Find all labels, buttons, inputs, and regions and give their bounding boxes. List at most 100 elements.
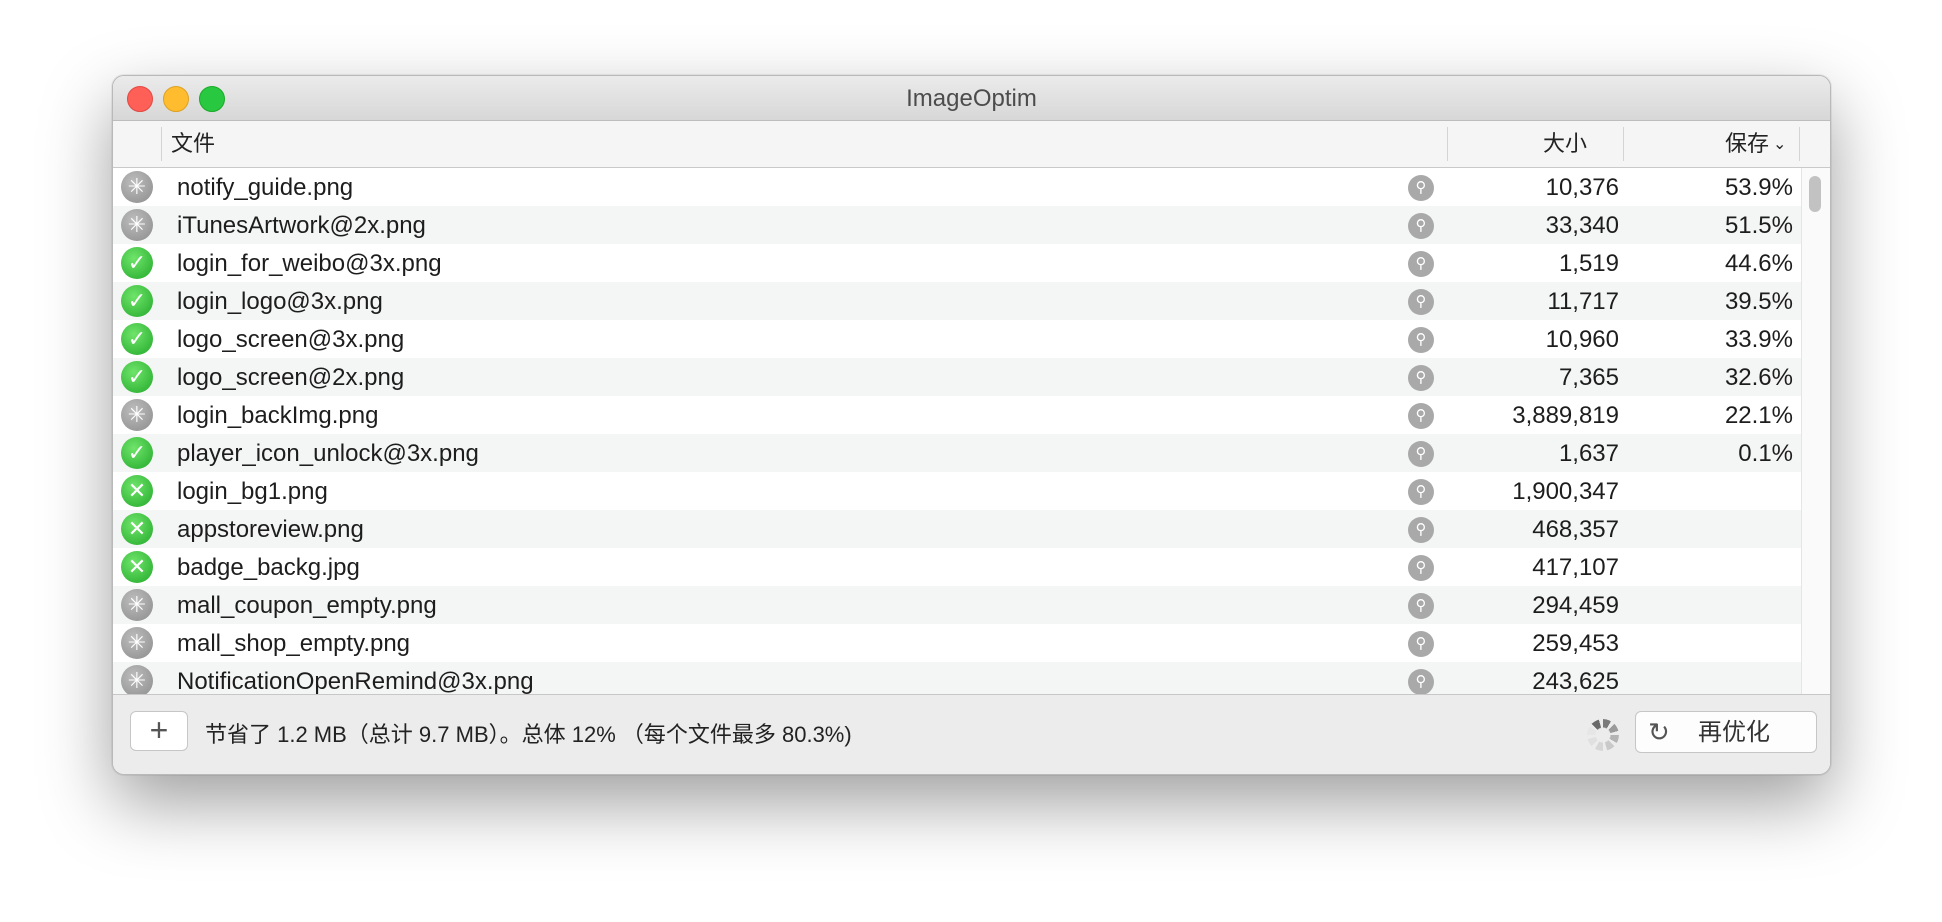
checkmark-icon: ✓ xyxy=(121,437,153,469)
spinner-icon: ✳ xyxy=(121,171,153,203)
saved-percent xyxy=(1633,548,1793,586)
reoptimize-button[interactable]: ↻ 再优化 xyxy=(1635,711,1817,753)
file-size: 259,453 xyxy=(1532,630,1619,657)
scrollbar-track[interactable] xyxy=(1801,168,1830,694)
magnifier-icon[interactable]: ⚲ xyxy=(1408,327,1434,353)
file-name: login_backImg.png xyxy=(177,402,379,429)
table-row[interactable]: ✓ logo_screen@2x.png ⚲ 7,365 32.6% xyxy=(113,358,1801,396)
magnifier-icon[interactable]: ⚲ xyxy=(1408,365,1434,391)
file-name: appstoreview.png xyxy=(177,516,364,543)
file-name: NotificationOpenRemind@3x.png xyxy=(177,668,534,694)
x-circle-icon: ✕ xyxy=(121,475,153,507)
column-header-saved[interactable]: 保存 ⌄ xyxy=(1725,121,1786,167)
file-size: 1,900,347 xyxy=(1512,478,1619,505)
column-separator xyxy=(1447,127,1448,161)
magnifier-icon[interactable]: ⚲ xyxy=(1408,403,1434,429)
saved-percent: 39.5% xyxy=(1724,288,1793,315)
column-header-saved-label: 保存 xyxy=(1725,131,1770,156)
table-row[interactable]: ✓ login_logo@3x.png ⚲ 11,717 39.5% xyxy=(113,282,1801,320)
column-separator xyxy=(1623,127,1624,161)
file-size: 294,459 xyxy=(1532,592,1619,619)
file-name: login_logo@3x.png xyxy=(177,288,383,315)
table-header: 文件 大小 保存 ⌄ xyxy=(113,121,1830,168)
magnifier-icon[interactable]: ⚲ xyxy=(1408,631,1434,657)
spinner-icon: ✳ xyxy=(121,399,153,431)
table-row[interactable]: ✳ iTunesArtwork@2x.png ⚲ 33,340 51.5% xyxy=(113,206,1801,244)
magnifier-icon[interactable]: ⚲ xyxy=(1408,251,1434,277)
checkmark-icon: ✓ xyxy=(121,285,153,317)
file-list[interactable]: ✳ notify_guide.png ⚲ 10,376 53.9% ✳ iTunesArtw… xyxy=(113,168,1801,694)
magnifier-icon[interactable]: ⚲ xyxy=(1408,593,1434,619)
spinner-icon: ✳ xyxy=(121,589,153,621)
checkmark-icon: ✓ xyxy=(121,323,153,355)
magnifier-icon[interactable]: ⚲ xyxy=(1408,669,1434,694)
saved-percent: 32.6% xyxy=(1724,364,1793,391)
footer-bar: + 节省了 1.2 MB（总计 9.7 MB）。总体 12% （每个文件最多 8… xyxy=(113,694,1830,774)
table-row[interactable]: ✓ player_icon_unlock@3x.png ⚲ 1,637 0.1% xyxy=(113,434,1801,472)
file-name: badge_backg.jpg xyxy=(177,554,360,581)
scrollbar-thumb[interactable] xyxy=(1809,176,1821,212)
file-size: 33,340 xyxy=(1545,212,1619,239)
magnifier-icon[interactable]: ⚲ xyxy=(1408,213,1434,239)
column-header-size[interactable]: 大小 xyxy=(1543,121,1587,167)
checkmark-icon: ✓ xyxy=(121,247,153,279)
file-name: notify_guide.png xyxy=(177,174,354,201)
magnifier-icon[interactable]: ⚲ xyxy=(1408,289,1434,315)
spinner-icon: ✳ xyxy=(121,665,153,694)
table-row[interactable]: ✳ mall_shop_empty.png ⚲ 259,453 xyxy=(113,624,1801,662)
title-bar: ImageOptim xyxy=(113,76,1830,121)
saved-percent xyxy=(1633,624,1793,662)
file-name: mall_coupon_empty.png xyxy=(177,592,437,619)
table-row[interactable]: ✳ login_backImg.png ⚲ 3,889,819 22.1% xyxy=(113,396,1801,434)
column-header-file[interactable]: 文件 xyxy=(171,121,215,167)
table-row[interactable]: ✕ login_bg1.png ⚲ 1,900,347 xyxy=(113,472,1801,510)
savings-summary: 节省了 1.2 MB（总计 9.7 MB）。总体 12% （每个文件最多 80.… xyxy=(205,722,852,747)
file-size: 468,357 xyxy=(1532,516,1619,543)
x-circle-icon: ✕ xyxy=(121,513,153,545)
saved-percent xyxy=(1633,662,1793,694)
table-row[interactable]: ✳ NotificationOpenRemind@3x.png ⚲ 243,625 xyxy=(113,662,1801,694)
file-size: 10,376 xyxy=(1545,174,1619,201)
file-name: player_icon_unlock@3x.png xyxy=(177,440,479,467)
file-name: logo_screen@2x.png xyxy=(177,364,405,391)
saved-percent xyxy=(1633,586,1793,624)
column-separator xyxy=(1799,127,1800,161)
saved-percent: 33.9% xyxy=(1724,326,1793,353)
add-files-button[interactable]: + xyxy=(130,711,188,751)
file-name: login_bg1.png xyxy=(177,478,328,505)
refresh-icon: ↻ xyxy=(1648,717,1670,747)
file-size: 3,889,819 xyxy=(1512,402,1619,429)
checkmark-icon: ✓ xyxy=(121,361,153,393)
column-separator xyxy=(161,127,162,161)
file-size: 1,519 xyxy=(1558,250,1619,277)
file-size: 1,637 xyxy=(1558,440,1619,467)
file-size: 417,107 xyxy=(1532,554,1619,581)
x-circle-icon: ✕ xyxy=(121,551,153,583)
saved-percent: 22.1% xyxy=(1724,402,1793,429)
saved-percent: 44.6% xyxy=(1724,250,1793,277)
table-row[interactable]: ✓ logo_screen@3x.png ⚲ 10,960 33.9% xyxy=(113,320,1801,358)
chevron-down-icon: ⌄ xyxy=(1773,136,1787,153)
table-row[interactable]: ✕ badge_backg.jpg ⚲ 417,107 xyxy=(113,548,1801,586)
window-title: ImageOptim xyxy=(906,85,1037,112)
table-row[interactable]: ✓ login_for_weibo@3x.png ⚲ 1,519 44.6% xyxy=(113,244,1801,282)
table-row[interactable]: ✕ appstoreview.png ⚲ 468,357 xyxy=(113,510,1801,548)
magnifier-icon[interactable]: ⚲ xyxy=(1408,479,1434,505)
saved-percent xyxy=(1633,510,1793,548)
file-size: 11,717 xyxy=(1547,288,1619,315)
spinner-icon: ✳ xyxy=(121,627,153,659)
magnifier-icon[interactable]: ⚲ xyxy=(1408,555,1434,581)
file-size: 243,625 xyxy=(1532,668,1619,694)
magnifier-icon[interactable]: ⚲ xyxy=(1408,517,1434,543)
file-size: 7,365 xyxy=(1558,364,1619,391)
file-name: mall_shop_empty.png xyxy=(177,630,411,657)
saved-percent: 51.5% xyxy=(1724,212,1793,239)
saved-percent: 0.1% xyxy=(1738,440,1793,467)
table-row[interactable]: ✳ notify_guide.png ⚲ 10,376 53.9% xyxy=(113,168,1801,206)
magnifier-icon[interactable]: ⚲ xyxy=(1408,175,1434,201)
magnifier-icon[interactable]: ⚲ xyxy=(1408,441,1434,467)
reoptimize-label: 再优化 xyxy=(1698,719,1770,746)
file-name: login_for_weibo@3x.png xyxy=(177,250,442,277)
table-row[interactable]: ✳ mall_coupon_empty.png ⚲ 294,459 xyxy=(113,586,1801,624)
spinner-icon: ✳ xyxy=(121,209,153,241)
